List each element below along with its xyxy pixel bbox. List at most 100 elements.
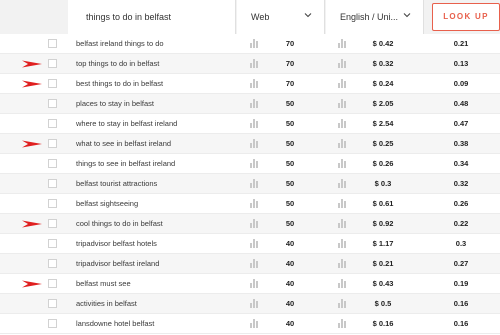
table-row[interactable]: what to see in belfast ireland 50 $ 0.25 0.…: [0, 134, 500, 154]
row-checkbox[interactable]: [48, 119, 57, 128]
keyword-cell: belfast sightseeing: [76, 199, 139, 208]
red-arrow-icon: [22, 60, 42, 68]
bar-chart-icon[interactable]: [249, 99, 259, 108]
bar-chart-icon[interactable]: [249, 239, 259, 248]
keyword-cell: where to stay in belfast ireland: [76, 119, 178, 128]
row-checkbox[interactable]: [48, 159, 57, 168]
table-row[interactable]: tripadvisor belfast hotels 40 $ 1.17 0.3: [0, 234, 500, 254]
search-query-text: things to do in belfast: [86, 12, 172, 22]
row-checkbox[interactable]: [48, 299, 57, 308]
keyword-cell: best things to do in belfast: [76, 79, 164, 88]
table-row[interactable]: top things to do in belfast 70 $ 0.32 0.13: [0, 54, 500, 74]
row-checkbox[interactable]: [48, 99, 57, 108]
bar-chart-icon[interactable]: [337, 59, 347, 68]
table-row[interactable]: places to stay in belfast 50 $ 2.05 0.48: [0, 94, 500, 114]
table-row[interactable]: lansdowne hotel belfast 40 $ 0.16 0.16: [0, 314, 500, 334]
bar-chart-icon[interactable]: [249, 199, 259, 208]
bar-chart-icon[interactable]: [249, 219, 259, 228]
row-checkbox[interactable]: [48, 279, 57, 288]
table-row[interactable]: belfast must see 40 $ 0.43 0.19: [0, 274, 500, 294]
row-checkbox[interactable]: [48, 59, 57, 68]
source-select-value: Web: [251, 12, 270, 22]
bar-chart-icon[interactable]: [249, 119, 259, 128]
bar-chart-icon[interactable]: [249, 159, 259, 168]
cpc-cell: $ 0.43: [372, 279, 394, 288]
keyword-search-input[interactable]: things to do in belfast: [68, 0, 236, 34]
difficulty-cell: 40: [285, 319, 295, 328]
cpc-cell: $ 0.32: [372, 59, 394, 68]
bar-chart-icon[interactable]: [249, 299, 259, 308]
row-checkbox[interactable]: [48, 39, 57, 48]
cpc-cell: $ 0.24: [372, 79, 394, 88]
difficulty-cell: 50: [285, 199, 295, 208]
table-row[interactable]: activities in belfast 40 $ 0.5 0.16: [0, 294, 500, 314]
table-row[interactable]: best things to do in belfast 70 $ 0.24 0.09: [0, 74, 500, 94]
bar-chart-icon[interactable]: [249, 139, 259, 148]
keyword-cell: tripadvisor belfast hotels: [76, 239, 157, 248]
difficulty-cell: 50: [285, 159, 295, 168]
keyword-cell: top things to do in belfast: [76, 59, 160, 68]
bar-chart-icon[interactable]: [249, 59, 259, 68]
difficulty-cell: 70: [285, 39, 295, 48]
bar-chart-icon[interactable]: [337, 119, 347, 128]
row-checkbox[interactable]: [48, 179, 57, 188]
difficulty-cell: 40: [285, 279, 295, 288]
bar-chart-icon[interactable]: [337, 219, 347, 228]
bar-chart-icon[interactable]: [337, 279, 347, 288]
row-checkbox[interactable]: [48, 199, 57, 208]
bar-chart-icon[interactable]: [337, 139, 347, 148]
cpc-cell: $ 0.61: [372, 199, 394, 208]
table-row[interactable]: belfast tourist attractions 50 $ 0.3 0.32: [0, 174, 500, 194]
bar-chart-icon[interactable]: [249, 279, 259, 288]
table-row[interactable]: belfast ireland things to do 70 $ 0.42 0.21: [0, 34, 500, 54]
bar-chart-icon[interactable]: [337, 319, 347, 328]
language-select[interactable]: English / Uni...: [326, 0, 424, 34]
table-row[interactable]: tripadvisor belfast ireland 40 $ 0.21 0.27: [0, 254, 500, 274]
row-checkbox[interactable]: [48, 259, 57, 268]
difficulty-cell: 50: [285, 99, 295, 108]
bar-chart-icon[interactable]: [337, 259, 347, 268]
difficulty-cell: 70: [285, 59, 295, 68]
bar-chart-icon[interactable]: [337, 39, 347, 48]
bar-chart-icon[interactable]: [337, 79, 347, 88]
cpc-cell: $ 0.42: [372, 39, 394, 48]
ppc-cell: 0.09: [453, 79, 469, 88]
bar-chart-icon[interactable]: [337, 179, 347, 188]
keyword-cell: lansdowne hotel belfast: [76, 319, 155, 328]
bar-chart-icon[interactable]: [337, 299, 347, 308]
bar-chart-icon[interactable]: [249, 259, 259, 268]
bar-chart-icon[interactable]: [337, 239, 347, 248]
ppc-cell: 0.16: [453, 319, 469, 328]
difficulty-cell: 50: [285, 219, 295, 228]
look-up-button[interactable]: LOOK UP: [432, 3, 500, 31]
cpc-cell: $ 2.05: [372, 99, 394, 108]
row-checkbox[interactable]: [48, 219, 57, 228]
bar-chart-icon[interactable]: [337, 99, 347, 108]
row-checkbox[interactable]: [48, 79, 57, 88]
ppc-cell: 0.32: [453, 179, 469, 188]
cpc-cell: $ 0.25: [372, 139, 394, 148]
bar-chart-icon[interactable]: [249, 39, 259, 48]
table-row[interactable]: belfast sightseeing 50 $ 0.61 0.26: [0, 194, 500, 214]
language-select-value: English / Uni...: [340, 12, 399, 22]
ppc-cell: 0.3: [455, 239, 467, 248]
bar-chart-icon[interactable]: [337, 159, 347, 168]
row-checkbox[interactable]: [48, 319, 57, 328]
keyword-cell: tripadvisor belfast ireland: [76, 259, 160, 268]
table-row[interactable]: things to see in belfast ireland 50 $ 0.26…: [0, 154, 500, 174]
keyword-cell: what to see in belfast ireland: [76, 139, 172, 148]
row-checkbox[interactable]: [48, 239, 57, 248]
bar-chart-icon[interactable]: [249, 79, 259, 88]
chevron-down-icon: [403, 13, 411, 18]
difficulty-cell: 50: [285, 139, 295, 148]
row-checkbox[interactable]: [48, 139, 57, 148]
table-row[interactable]: cool things to do in belfast 50 $ 0.92 0.22: [0, 214, 500, 234]
table-row[interactable]: where to stay in belfast ireland 50 $ 2.54…: [0, 114, 500, 134]
ppc-cell: 0.48: [453, 99, 469, 108]
bar-chart-icon[interactable]: [337, 199, 347, 208]
bar-chart-icon[interactable]: [249, 179, 259, 188]
bar-chart-icon[interactable]: [249, 319, 259, 328]
cpc-cell: $ 1.17: [372, 239, 394, 248]
source-select[interactable]: Web: [237, 0, 325, 34]
keyword-cell: things to see in belfast ireland: [76, 159, 176, 168]
